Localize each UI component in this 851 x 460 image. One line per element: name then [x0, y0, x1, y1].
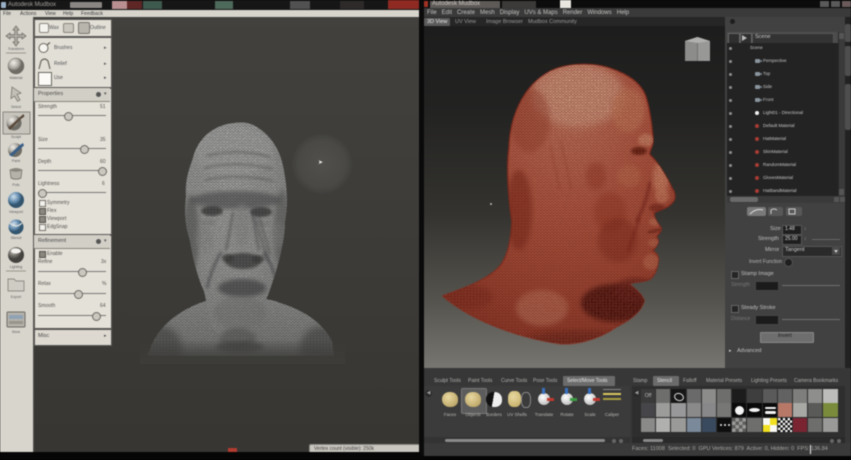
svg-text:Lighting: Lighting [10, 265, 23, 269]
svg-text:Paint: Paint [12, 159, 20, 163]
svg-text:Pots: Pots [12, 183, 19, 187]
svg-text:Viewport: Viewport [9, 210, 23, 214]
svg-text:Export: Export [11, 295, 21, 299]
svg-text:Store: Store [12, 330, 21, 334]
svg-text:Material: Material [10, 76, 23, 80]
svg-text:Sculpt: Sculpt [11, 135, 21, 139]
svg-text:Select: Select [11, 105, 21, 109]
svg-text:Transform: Transform [8, 47, 24, 51]
svg-text:Stencil: Stencil [11, 236, 22, 240]
